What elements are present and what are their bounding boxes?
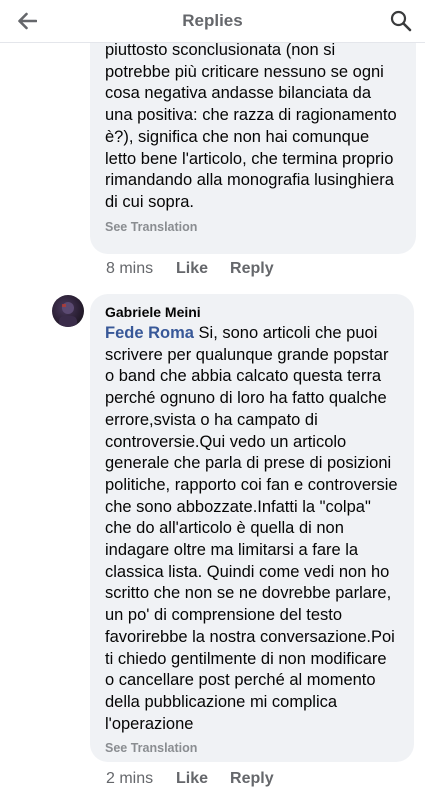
comment-timestamp: 8 mins: [106, 260, 154, 277]
mention-link[interactable]: Fede Roma: [105, 324, 194, 342]
comment-actions: 8 mins Like Reply: [106, 260, 296, 278]
avatar[interactable]: [52, 295, 84, 327]
top-bar: Replies: [0, 0, 425, 43]
see-translation-link[interactable]: See Translation: [105, 741, 197, 755]
search-button[interactable]: [387, 7, 415, 35]
comment-actions: 2 mins Like Reply: [106, 770, 296, 788]
author-name[interactable]: Gabriele Meini: [105, 303, 400, 321]
reply-button[interactable]: Reply: [230, 260, 274, 278]
like-button[interactable]: Like: [176, 260, 208, 278]
reply-button[interactable]: Reply: [230, 770, 274, 788]
like-button[interactable]: Like: [176, 770, 208, 788]
search-icon: [390, 10, 412, 32]
avatar-image: [59, 302, 77, 327]
comment-bubble: Gabriele Meini Fede Roma Si, sono artico…: [90, 294, 414, 762]
see-translation-link[interactable]: See Translation: [105, 220, 197, 234]
comment-timestamp: 2 mins: [106, 770, 154, 787]
comment-text: piuttosto sconclusionata (non si potrebb…: [105, 41, 397, 211]
page-title: Replies: [182, 11, 243, 30]
comment-text: Fede Roma Si, sono articoli che puoi scr…: [105, 323, 400, 735]
comment-body: Si, sono articoli che puoi scrivere per …: [105, 324, 398, 733]
